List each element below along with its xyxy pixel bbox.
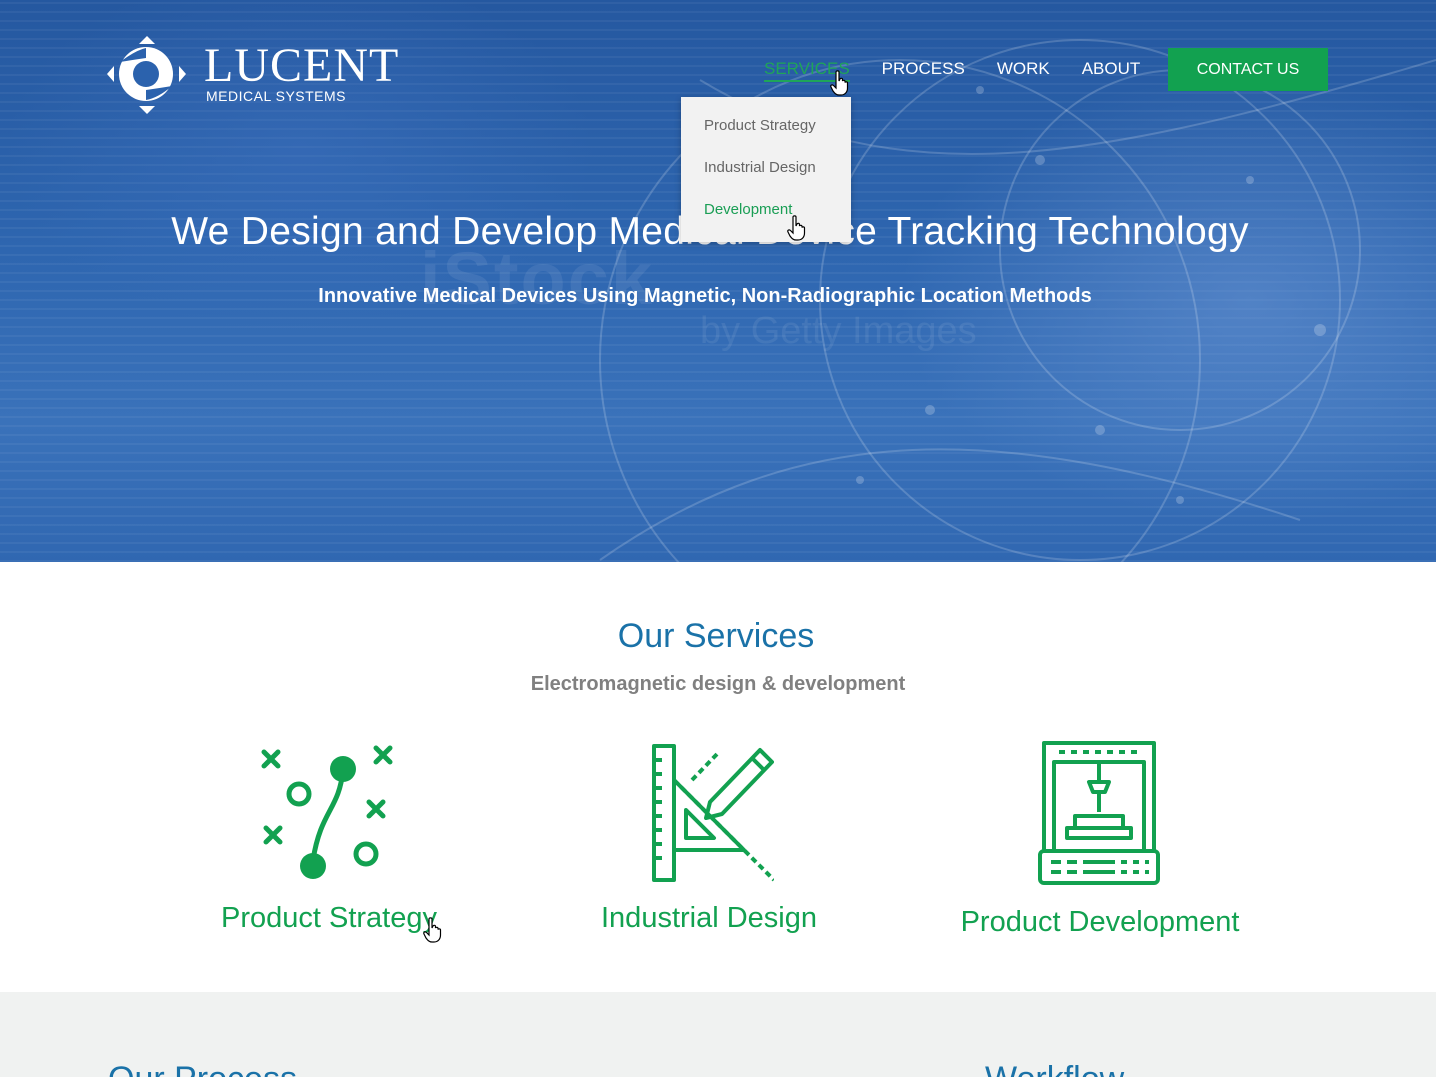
services-heading: Our Services <box>617 617 815 655</box>
brand-tagline: MEDICAL SYSTEMS <box>206 88 347 104</box>
stock-watermark-sub: by Getty Images <box>700 310 977 352</box>
dropdown-item-industrial-design[interactable]: Industrial Design <box>681 153 851 195</box>
process-section: Our Process Workflow <box>0 992 1436 1077</box>
hand-cursor-icon <box>423 917 442 943</box>
service-industrial-design[interactable]: Industrial Design <box>584 740 834 935</box>
service-label: Industrial Design <box>601 902 817 934</box>
main-nav: SERVICES PROCESS WORK ABOUT <box>764 58 1172 82</box>
service-product-development[interactable]: Product Development <box>945 740 1255 939</box>
site-logo[interactable]: LUCENT MEDICAL SYSTEMS <box>106 36 426 116</box>
hand-cursor-icon <box>830 70 849 96</box>
workflow-heading: Workflow <box>985 1060 1124 1077</box>
nav-work[interactable]: WORK <box>997 58 1050 82</box>
ruler-pencil-icon <box>652 744 774 882</box>
nav-process[interactable]: PROCESS <box>882 58 965 82</box>
3d-printer-icon <box>1038 741 1160 885</box>
dropdown-item-development[interactable]: Development <box>681 195 851 237</box>
brand-name: LUCENT <box>204 39 400 92</box>
services-dropdown-menu: Product Strategy Industrial Design Devel… <box>681 97 851 242</box>
hero-subtitle: Innovative Medical Devices Using Magneti… <box>318 285 1092 307</box>
process-heading: Our Process <box>108 1060 297 1077</box>
lucent-diamond-logo-icon <box>107 36 186 114</box>
hand-cursor-icon <box>787 215 806 241</box>
service-label: Product Strategy <box>221 902 437 934</box>
nav-about[interactable]: ABOUT <box>1082 58 1141 82</box>
dropdown-item-product-strategy[interactable]: Product Strategy <box>681 111 851 153</box>
strategy-play-icon <box>261 745 393 879</box>
service-product-strategy[interactable]: Product Strategy <box>214 740 444 935</box>
contact-us-button[interactable]: CONTACT US <box>1168 48 1328 91</box>
services-subheading: Electromagnetic design & development <box>530 673 906 695</box>
service-label: Product Development <box>960 906 1240 938</box>
